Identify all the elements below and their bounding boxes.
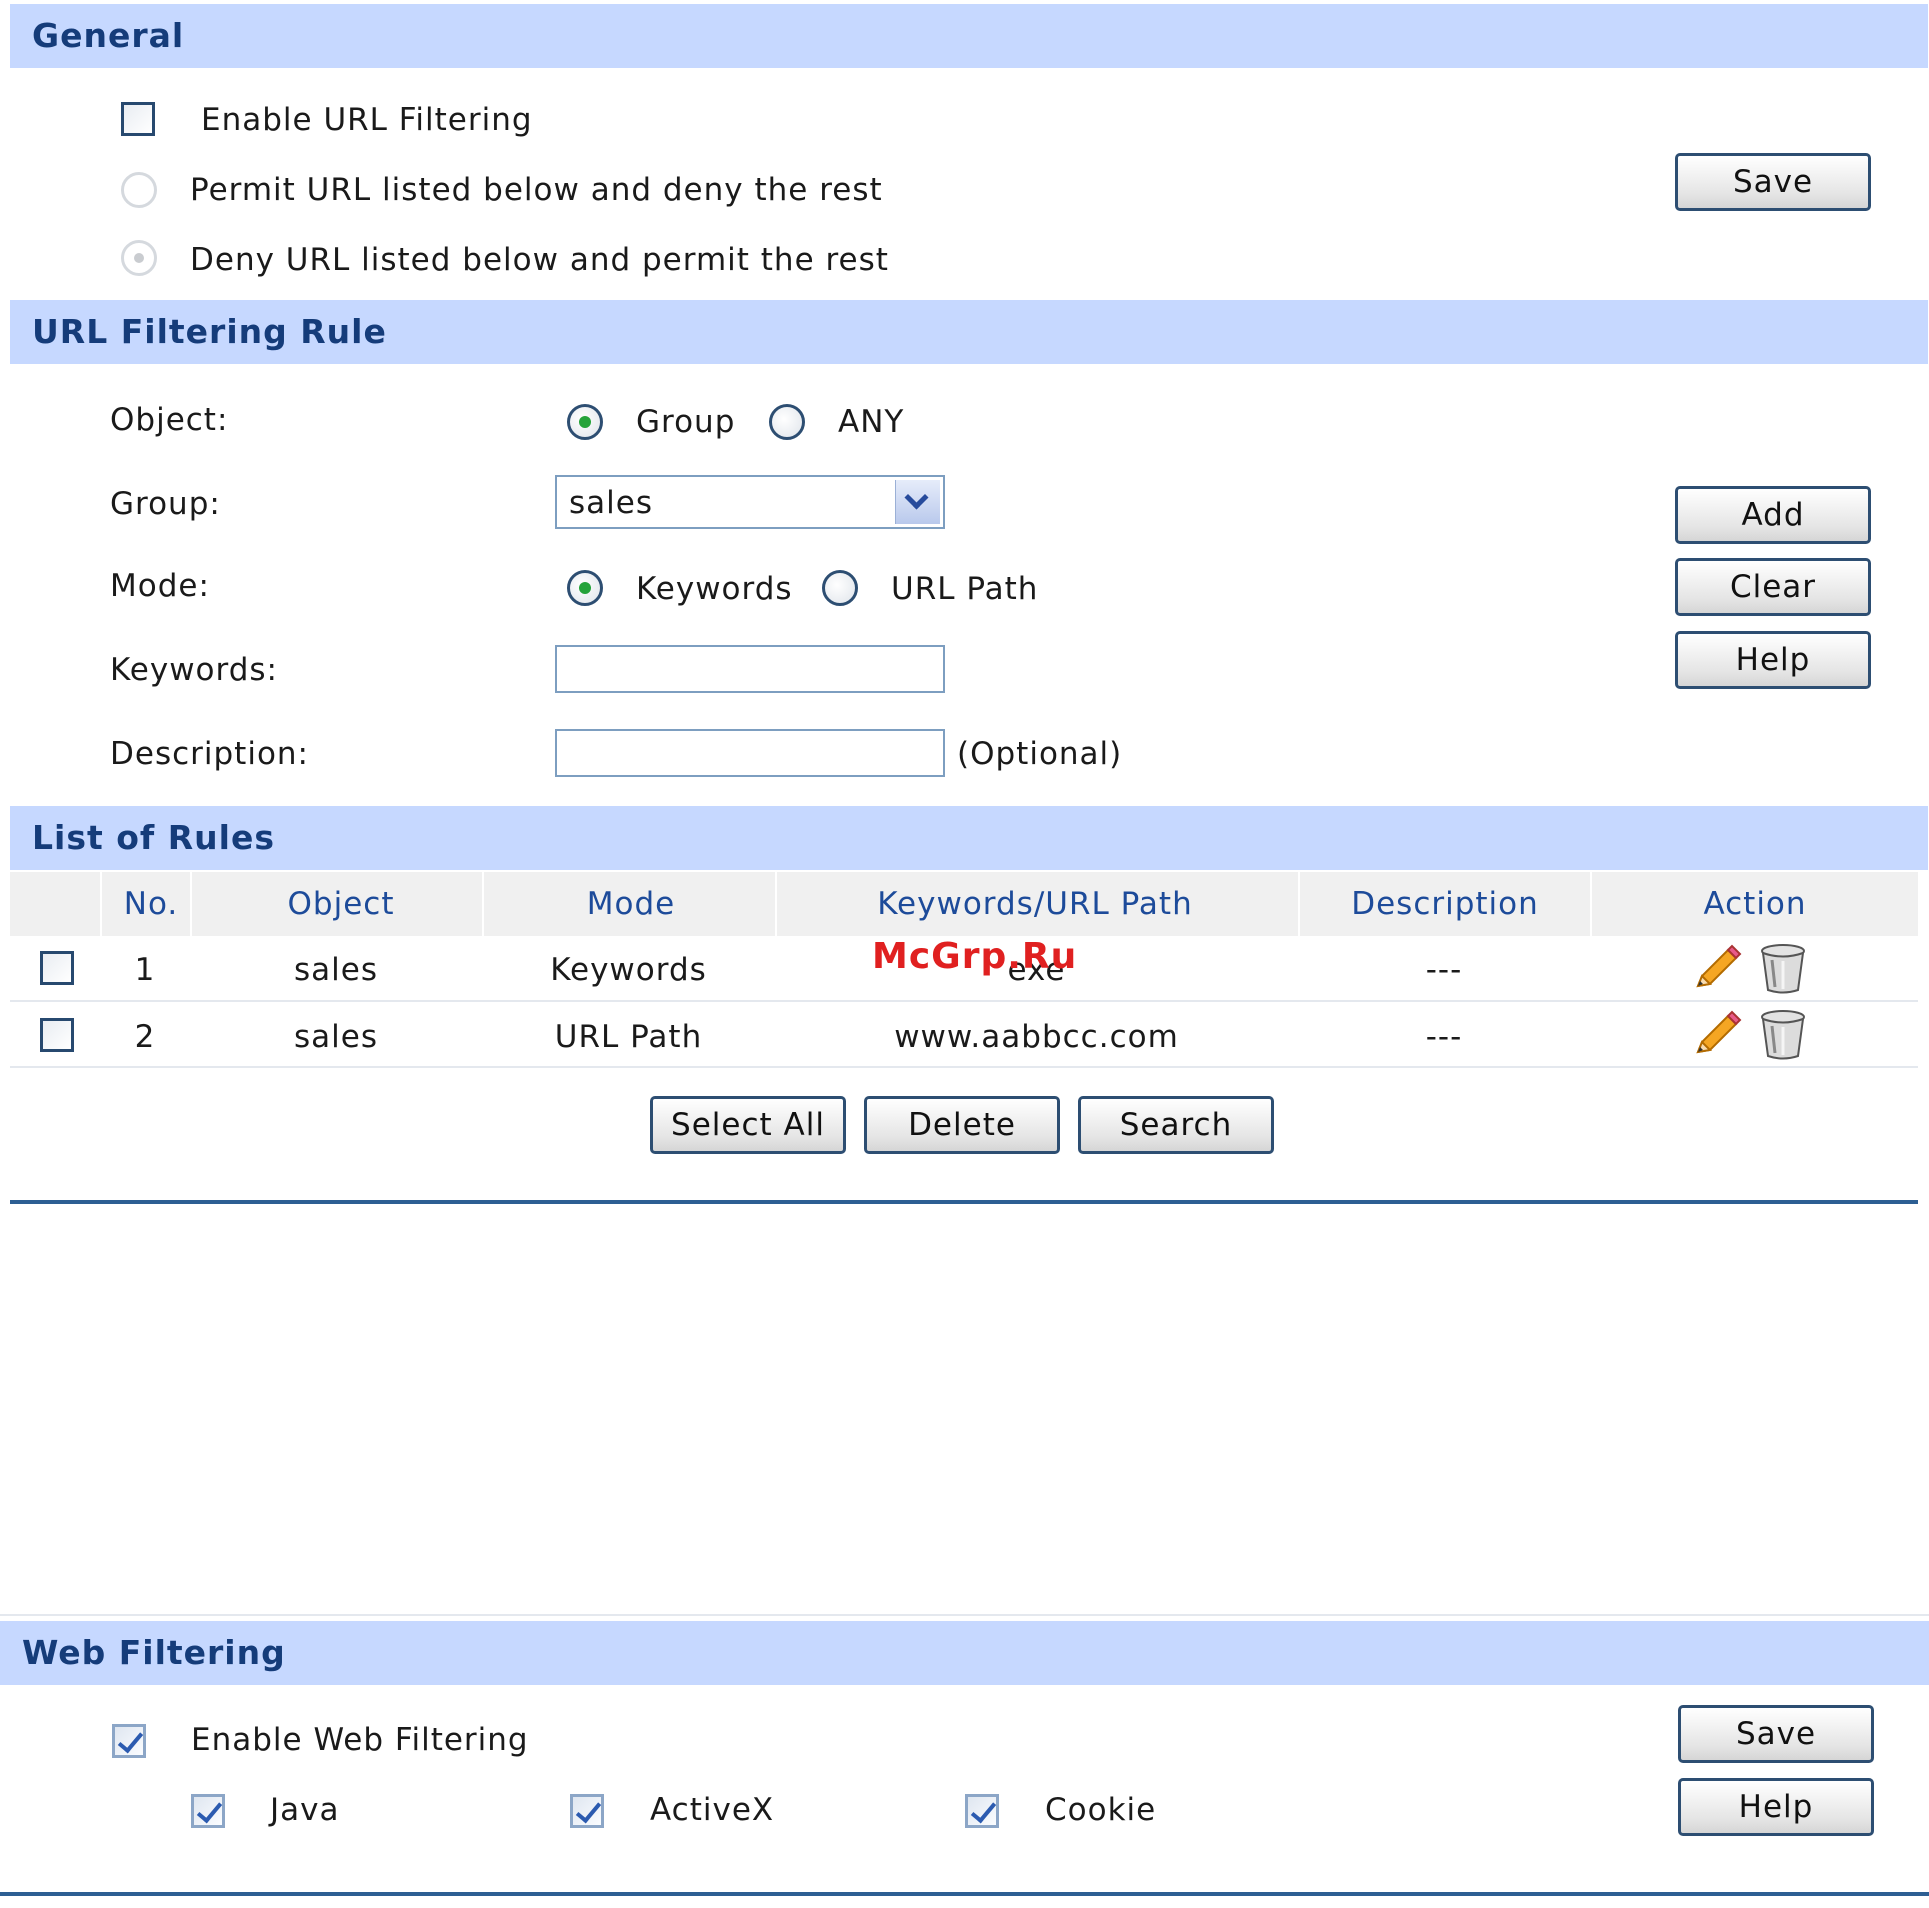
mode-urlpath-label: URL Path bbox=[891, 571, 1039, 607]
web-title: Web Filtering bbox=[22, 1633, 286, 1672]
cookie-checkbox[interactable] bbox=[965, 1794, 999, 1828]
general-section-header: General bbox=[10, 4, 1928, 68]
keywords-input[interactable] bbox=[555, 645, 945, 693]
row-no: 2 bbox=[134, 1019, 156, 1055]
java-checkbox[interactable] bbox=[191, 1794, 225, 1828]
mode-keywords-radio[interactable] bbox=[567, 570, 603, 606]
col-path: Keywords/URL Path bbox=[877, 886, 1193, 922]
search-button[interactable]: Search bbox=[1078, 1096, 1274, 1154]
col-mode: Mode bbox=[586, 886, 676, 922]
clear-button[interactable]: Clear bbox=[1675, 558, 1871, 616]
deny-url-label: Deny URL listed below and permit the res… bbox=[190, 242, 889, 278]
object-label: Object: bbox=[110, 402, 229, 438]
list-title: List of Rules bbox=[32, 818, 276, 857]
row-description: --- bbox=[1425, 952, 1463, 988]
row-checkbox[interactable] bbox=[40, 1018, 74, 1052]
mode-urlpath-radio[interactable] bbox=[822, 570, 858, 606]
pencil-icon[interactable] bbox=[1692, 1008, 1744, 1060]
enable-url-filtering-label: Enable URL Filtering bbox=[201, 102, 533, 138]
description-label: Description: bbox=[110, 736, 309, 772]
rule-section-header: URL Filtering Rule bbox=[10, 300, 1928, 364]
group-select-value: sales bbox=[569, 485, 653, 521]
keywords-label: Keywords: bbox=[110, 652, 278, 688]
list-bottom-rule bbox=[10, 1200, 1918, 1204]
object-any-label: ANY bbox=[838, 404, 905, 440]
row-divider bbox=[10, 1066, 1918, 1068]
group-label: Group: bbox=[110, 486, 221, 522]
row-checkbox[interactable] bbox=[40, 951, 74, 985]
col-description: Description bbox=[1351, 886, 1539, 922]
row-no: 1 bbox=[134, 952, 156, 988]
description-input[interactable] bbox=[555, 729, 945, 777]
row-object: sales bbox=[294, 1019, 378, 1055]
rules-table-header: No. Object Mode Keywords/URL Path Descri… bbox=[10, 872, 1918, 936]
object-group-label: Group bbox=[636, 404, 736, 440]
rule-help-button[interactable]: Help bbox=[1675, 631, 1871, 689]
object-group-radio[interactable] bbox=[567, 404, 603, 440]
web-help-button[interactable]: Help bbox=[1678, 1778, 1874, 1836]
row-object: sales bbox=[294, 952, 378, 988]
delete-button[interactable]: Delete bbox=[864, 1096, 1060, 1154]
watermark: McGrp.Ru bbox=[872, 936, 1078, 977]
col-separator bbox=[1590, 872, 1592, 1066]
mode-keywords-label: Keywords bbox=[636, 571, 793, 607]
rule-title: URL Filtering Rule bbox=[32, 312, 387, 351]
activex-label: ActiveX bbox=[650, 1792, 775, 1828]
row-divider bbox=[10, 1000, 1918, 1002]
mode-label: Mode: bbox=[110, 568, 210, 604]
add-button[interactable]: Add bbox=[1675, 486, 1871, 544]
row-path: www.aabbcc.com bbox=[894, 1019, 1179, 1055]
col-object: Object bbox=[287, 886, 395, 922]
web-save-button[interactable]: Save bbox=[1678, 1705, 1874, 1763]
deny-url-radio[interactable] bbox=[121, 240, 157, 276]
object-any-radio[interactable] bbox=[769, 404, 805, 440]
col-action: Action bbox=[1703, 886, 1807, 922]
trash-icon[interactable] bbox=[1758, 942, 1808, 994]
general-title: General bbox=[32, 16, 185, 55]
web-bottom-rule bbox=[0, 1892, 1929, 1896]
activex-checkbox[interactable] bbox=[570, 1794, 604, 1828]
permit-url-label: Permit URL listed below and deny the res… bbox=[190, 172, 883, 208]
row-mode: URL Path bbox=[554, 1019, 703, 1055]
optional-hint: (Optional) bbox=[957, 736, 1123, 772]
enable-url-filtering-checkbox[interactable] bbox=[121, 102, 155, 136]
chevron-down-icon[interactable] bbox=[895, 480, 940, 524]
web-section-header: Web Filtering bbox=[0, 1621, 1929, 1685]
trash-icon[interactable] bbox=[1758, 1008, 1808, 1060]
list-section-header: List of Rules bbox=[10, 806, 1928, 870]
select-all-button[interactable]: Select All bbox=[650, 1096, 846, 1154]
row-description: --- bbox=[1425, 1019, 1463, 1055]
row-mode: Keywords bbox=[550, 952, 707, 988]
java-label: Java bbox=[270, 1792, 340, 1828]
permit-url-radio[interactable] bbox=[121, 172, 157, 208]
group-select[interactable]: sales bbox=[555, 475, 945, 529]
cookie-label: Cookie bbox=[1045, 1792, 1157, 1828]
enable-web-filtering-label: Enable Web Filtering bbox=[191, 1722, 529, 1758]
pencil-icon[interactable] bbox=[1692, 942, 1744, 994]
general-save-button[interactable]: Save bbox=[1675, 153, 1871, 211]
web-top-rule bbox=[0, 1614, 1929, 1616]
col-no: No. bbox=[123, 886, 179, 922]
enable-web-filtering-checkbox[interactable] bbox=[112, 1724, 146, 1758]
